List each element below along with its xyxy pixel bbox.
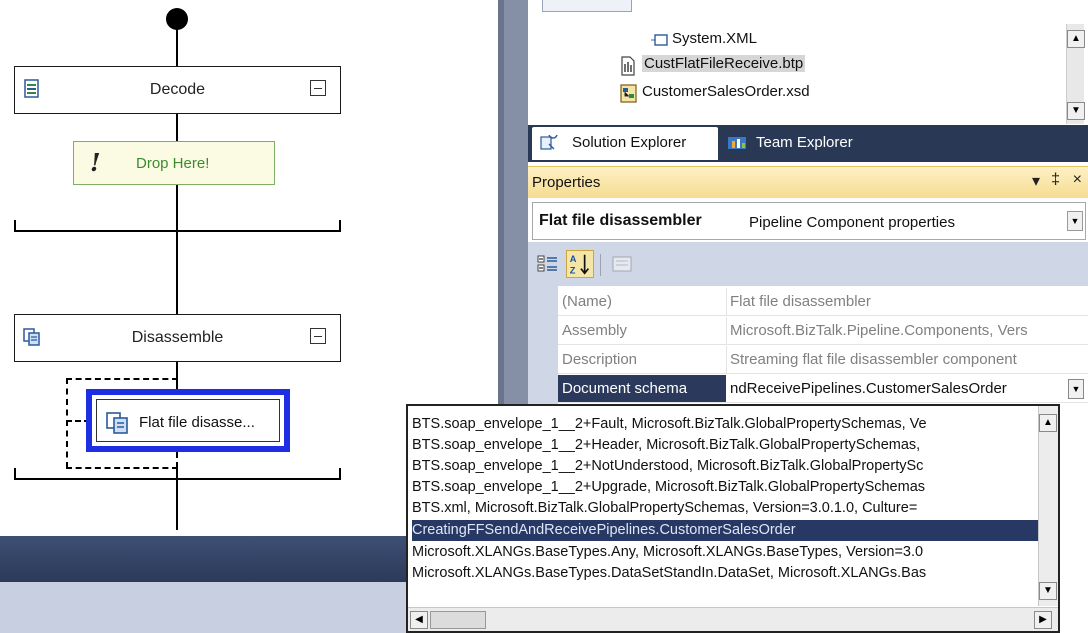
tree-item-label: CustFlatFileReceive.btp bbox=[642, 55, 806, 72]
grid-divider bbox=[726, 317, 727, 344]
toolbar-separator bbox=[600, 254, 601, 276]
tab-label: Solution Explorer bbox=[572, 134, 687, 151]
connector-line bbox=[176, 185, 178, 230]
drop-here-label: Drop Here! bbox=[136, 155, 210, 172]
connector-line bbox=[176, 28, 178, 66]
properties-toolbar: A Z bbox=[528, 242, 1088, 286]
property-row[interactable]: Assembly Microsoft.BizTalk.Pipeline.Comp… bbox=[558, 317, 1088, 345]
stage-disassemble[interactable]: Disassemble bbox=[14, 314, 341, 362]
list-item[interactable]: BTS.xml, Microsoft.BizTalk.GlobalPropert… bbox=[412, 498, 1040, 519]
property-name: (Name) bbox=[562, 293, 613, 310]
collapse-icon[interactable] bbox=[310, 328, 326, 344]
solution-explorer-icon bbox=[540, 135, 558, 150]
close-icon[interactable]: × bbox=[1073, 171, 1082, 189]
chevron-down-icon[interactable]: ▼ bbox=[1067, 211, 1083, 231]
grid-divider bbox=[726, 288, 727, 315]
scroll-down-icon[interactable]: ▼ bbox=[1039, 582, 1057, 600]
reference-icon bbox=[651, 34, 668, 46]
schema-file-icon bbox=[620, 84, 637, 103]
tab-label: Team Explorer bbox=[756, 134, 853, 151]
property-grid: (Name) Flat file disassembler Assembly M… bbox=[528, 286, 1088, 406]
scroll-up-icon[interactable]: ▲ bbox=[1067, 30, 1085, 48]
connector-line bbox=[176, 480, 178, 530]
scroll-up-icon[interactable]: ▲ bbox=[1039, 414, 1057, 432]
solution-toolbar bbox=[542, 0, 632, 12]
categorized-icon[interactable] bbox=[534, 250, 562, 278]
pipeline-start-node bbox=[166, 8, 188, 30]
component-label: Flat file disasse... bbox=[139, 414, 255, 431]
property-name: Description bbox=[562, 351, 638, 368]
property-name: Assembly bbox=[562, 322, 628, 339]
stage-title: Decode bbox=[149, 81, 206, 98]
properties-header: Properties ▾ ‡ × bbox=[528, 166, 1088, 198]
stage-title: Disassemble bbox=[131, 329, 224, 346]
stage-decode[interactable]: Decode bbox=[14, 66, 341, 114]
solution-scrollbar[interactable]: ▲ ▼ bbox=[1066, 24, 1085, 124]
list-item-selected[interactable]: CreatingFFSendAndReceivePipelines.Custom… bbox=[412, 520, 1040, 541]
property-value: Microsoft.BizTalk.Pipeline.Components, V… bbox=[730, 322, 1028, 339]
drag-outline bbox=[66, 378, 178, 380]
window-position-icon[interactable]: ▾ bbox=[1032, 171, 1040, 191]
list-item[interactable]: BTS.soap_envelope_1__2+Upgrade, Microsof… bbox=[412, 477, 1040, 498]
document-schema-value[interactable]: ndReceivePipelines.CustomerSalesOrder bbox=[730, 380, 1080, 397]
drag-outline bbox=[66, 467, 178, 469]
schema-dropdown-list[interactable]: BTS.soap_envelope_1__2+Fault, Microsoft.… bbox=[406, 404, 1060, 633]
property-row[interactable]: (Name) Flat file disassembler bbox=[558, 288, 1088, 316]
object-selector[interactable]: Flat file disassembler Pipeline Componen… bbox=[532, 202, 1086, 240]
list-item[interactable]: Microsoft.XLANGs.BaseTypes.DataSetStandI… bbox=[412, 563, 1040, 584]
flat-file-disassembler-component[interactable]: Flat file disasse... bbox=[86, 389, 290, 452]
list-item[interactable]: BTS.soap_envelope_1__2+Fault, Microsoft.… bbox=[412, 414, 1040, 435]
pipeline-file-icon bbox=[621, 56, 635, 76]
drag-outline bbox=[66, 378, 68, 468]
object-type: Pipeline Component properties bbox=[749, 214, 955, 231]
svg-text:Z: Z bbox=[570, 265, 576, 275]
scroll-right-icon[interactable]: ▶ bbox=[1034, 611, 1052, 629]
svg-text:A: A bbox=[570, 254, 577, 264]
list-item[interactable]: Microsoft.XLANGs.BaseTypes.Any, Microsof… bbox=[412, 542, 1040, 563]
component-icon bbox=[106, 412, 128, 434]
dropdown-vertical-scrollbar[interactable]: ▲ ▼ bbox=[1038, 406, 1058, 606]
property-value: Flat file disassembler bbox=[730, 293, 871, 310]
stage-bracket bbox=[14, 220, 16, 232]
pin-icon[interactable]: ‡ bbox=[1051, 171, 1060, 189]
scroll-left-icon[interactable]: ◀ bbox=[410, 611, 428, 629]
grid-divider bbox=[726, 346, 727, 373]
connector-line bbox=[176, 114, 178, 141]
stage-bracket bbox=[339, 468, 341, 480]
object-name: Flat file disassembler bbox=[539, 212, 702, 229]
tab-solution-explorer[interactable]: Solution Explorer bbox=[532, 127, 718, 160]
explorer-tab-strip: Solution Explorer Team Explorer bbox=[528, 125, 1088, 162]
stage-bracket bbox=[339, 220, 341, 232]
solution-explorer-panel: System.XML CustFlatFileReceive.btp Custo… bbox=[528, 0, 1088, 125]
chevron-down-icon[interactable]: ▼ bbox=[1068, 379, 1084, 399]
component-frame: Flat file disasse... bbox=[96, 399, 280, 442]
alphabetical-icon[interactable]: A Z bbox=[566, 250, 594, 278]
stage-bracket bbox=[14, 468, 16, 480]
connector-line bbox=[176, 232, 178, 314]
scroll-thumb[interactable] bbox=[430, 611, 486, 629]
team-explorer-icon bbox=[728, 137, 746, 149]
tree-item-label: CustomerSalesOrder.xsd bbox=[642, 83, 810, 100]
list-item[interactable]: BTS.soap_envelope_1__2+Header, Microsoft… bbox=[412, 435, 1040, 456]
drag-outline bbox=[176, 452, 178, 468]
property-value: Streaming flat file disassembler compone… bbox=[730, 351, 1017, 368]
collapse-icon[interactable] bbox=[310, 80, 326, 96]
scroll-down-icon[interactable]: ▼ bbox=[1067, 102, 1085, 120]
dropdown-horizontal-scrollbar[interactable]: ◀ ▶ bbox=[408, 607, 1058, 631]
tree-item-label: System.XML bbox=[672, 30, 758, 47]
properties-title: Properties bbox=[532, 174, 601, 191]
grid-gutter bbox=[528, 286, 558, 406]
tab-team-explorer[interactable]: Team Explorer bbox=[722, 127, 902, 160]
list-item[interactable]: BTS.soap_envelope_1__2+NotUnderstood, Mi… bbox=[412, 456, 1040, 477]
property-row[interactable]: Description Streaming flat file disassem… bbox=[558, 346, 1088, 374]
property-name: Document schema bbox=[558, 375, 726, 402]
drop-here-target[interactable]: ! Drop Here! bbox=[73, 141, 275, 185]
exclamation-icon: ! bbox=[90, 148, 101, 177]
property-row-document-schema[interactable]: Document schema ndReceivePipelines.Custo… bbox=[558, 375, 1088, 403]
drag-outline bbox=[176, 362, 178, 379]
property-pages-icon[interactable] bbox=[608, 250, 636, 278]
